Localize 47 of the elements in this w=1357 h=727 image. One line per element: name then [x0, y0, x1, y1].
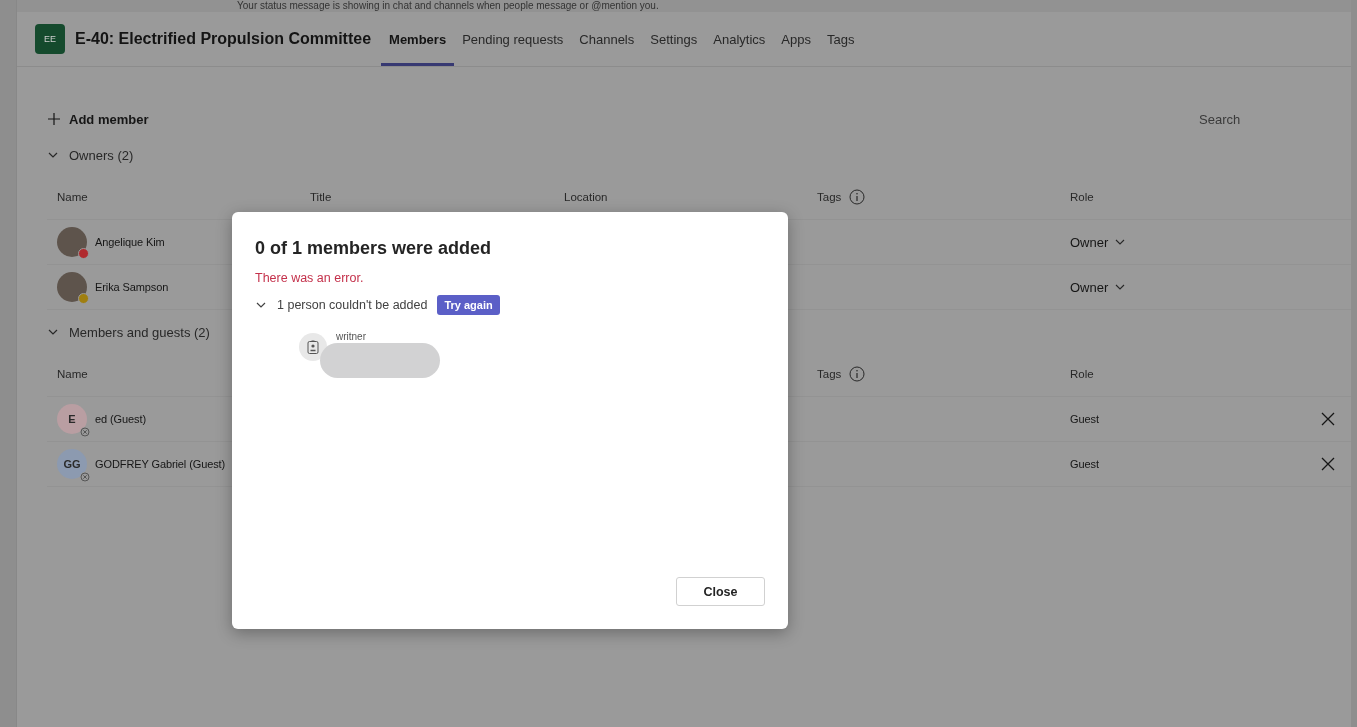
- info-icon: [849, 366, 866, 382]
- tab[interactable]: Settings: [642, 12, 706, 66]
- member-name: Angelique Kim: [95, 236, 165, 248]
- member-role: Guest: [1070, 413, 1099, 425]
- member-role: Guest: [1070, 458, 1099, 470]
- column-header: Tags: [817, 368, 842, 380]
- search-field[interactable]: Search: [1197, 110, 1351, 128]
- column-header: Name: [57, 191, 88, 203]
- role-dropdown[interactable]: Owner: [1070, 279, 1127, 295]
- offline-status-icon: [80, 427, 90, 437]
- tab[interactable]: Pending requests: [454, 12, 572, 66]
- tab[interactable]: Analytics: [705, 12, 774, 66]
- failed-summary-toggle[interactable]: 1 person couldn't be added: [255, 298, 428, 312]
- avatar-initials: E: [57, 404, 87, 434]
- avatar-photo-placeholder: [57, 272, 87, 302]
- dialog-title: 0 of 1 members were added: [255, 238, 493, 259]
- contact-card-icon: [299, 333, 327, 361]
- team-name: E-40: Electrified Propulsion Committee: [75, 30, 372, 48]
- person-name: writner: [336, 331, 366, 342]
- member-name: GODFREY Gabriel (Guest): [95, 458, 226, 470]
- tab[interactable]: Members: [381, 12, 455, 66]
- tab[interactable]: Channels: [571, 12, 643, 66]
- close-icon[interactable]: [1321, 457, 1335, 471]
- tab[interactable]: Apps: [773, 12, 819, 66]
- section-header[interactable]: Owners (2): [47, 145, 1351, 165]
- member-name: ed (Guest): [95, 413, 146, 425]
- tab[interactable]: Tags: [818, 12, 863, 66]
- status-banner-text: Your status message is showing in chat and channels when people message or @mention you.: [17, 0, 1351, 12]
- column-header: Role: [1070, 368, 1094, 380]
- column-header: Tags: [817, 191, 842, 203]
- member-name: Erika Sampson: [95, 281, 169, 293]
- plus-icon: [47, 112, 61, 126]
- info-icon: [849, 189, 866, 205]
- try-again-button[interactable]: Try again: [437, 295, 500, 315]
- column-header: Role: [1070, 191, 1094, 203]
- team-icon: EE: [35, 24, 65, 54]
- avatar-photo-placeholder: [57, 227, 87, 257]
- close-icon[interactable]: [1321, 412, 1335, 426]
- role-dropdown[interactable]: Owner: [1070, 234, 1127, 250]
- error-message: There was an error.: [255, 271, 365, 285]
- avatar-initials: GG: [57, 449, 87, 479]
- offline-status-icon: [80, 472, 90, 482]
- add-member-button[interactable]: Add member: [47, 111, 149, 127]
- close-button[interactable]: Close: [676, 577, 765, 606]
- column-header: Location: [564, 191, 608, 203]
- column-header: Name: [57, 368, 88, 380]
- column-header: Title: [310, 191, 332, 203]
